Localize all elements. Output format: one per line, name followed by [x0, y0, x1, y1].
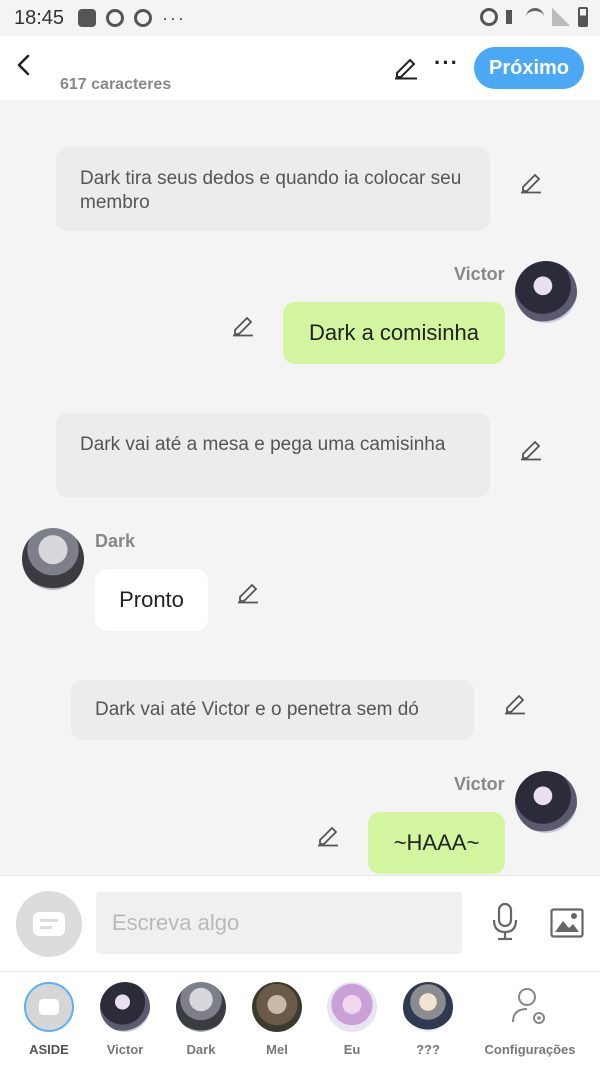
tab-label: Victor — [106, 1042, 144, 1057]
speaker-name: Dark — [95, 531, 136, 551]
speaker-name: Victor — [454, 774, 505, 794]
avatar — [100, 982, 150, 1032]
avatar-victor[interactable] — [515, 771, 577, 833]
status-bar: 18:45 ··· — [0, 0, 600, 36]
image-button[interactable] — [550, 908, 584, 938]
pencil-icon — [395, 58, 417, 80]
message-box-icon — [33, 912, 65, 936]
pencil-icon — [521, 173, 541, 194]
aside-avatar — [24, 982, 74, 1032]
narration-mode-button[interactable] — [16, 891, 82, 957]
battery-icon — [578, 7, 588, 27]
user-settings-icon — [505, 982, 555, 1032]
message-bubble[interactable]: Dark a comisinha — [283, 302, 505, 364]
pencil-icon — [505, 694, 525, 715]
narration-bubble[interactable]: Dark tira seus dedos e quando ia colocar… — [56, 147, 490, 231]
tab-aside[interactable]: ASIDE — [11, 982, 87, 1057]
back-button[interactable] — [10, 50, 38, 80]
message-bubble[interactable]: Pronto — [95, 569, 208, 631]
microphone-icon — [492, 902, 518, 941]
chevron-left-icon — [17, 54, 30, 76]
alarm-icon — [480, 8, 498, 26]
tab-label: ??? — [416, 1042, 440, 1057]
message-bubble[interactable]: ~HAAA~ — [368, 812, 505, 874]
status-time: 18:45 — [14, 6, 65, 29]
pencil-icon — [233, 316, 253, 337]
character-bar: ASIDE Victor Dark Mel Eu ??? Configuraçõ… — [0, 971, 600, 1067]
pencil-icon — [521, 440, 541, 461]
tab-settings[interactable]: Configurações — [480, 982, 580, 1057]
edit-message-button[interactable] — [315, 821, 341, 847]
pencil-icon — [318, 826, 338, 847]
avatar — [252, 982, 302, 1032]
avatar-victor[interactable] — [515, 261, 577, 323]
tab-mel[interactable]: Mel — [239, 982, 315, 1057]
tab-label: Mel — [266, 1042, 288, 1057]
narration-bubble[interactable]: Dark vai até Victor e o penetra sem dó — [71, 680, 474, 740]
top-bar: 617 caracteres ··· Próximo — [0, 36, 600, 100]
wifi-icon — [526, 8, 544, 26]
composer-bar — [0, 875, 600, 971]
avatar — [176, 982, 226, 1032]
chat-area[interactable]: Dark tira seus dedos e quando ia colocar… — [0, 100, 600, 875]
speaker-name: Victor — [454, 264, 505, 284]
narration-bubble[interactable]: Dark vai até a mesa e pega uma camisinha — [56, 413, 490, 497]
signal-icon — [552, 8, 570, 26]
chrome-notification-icon — [106, 9, 125, 27]
more-notifications-icon: ··· — [162, 7, 187, 28]
avatar-dark[interactable] — [22, 528, 84, 590]
more-options-button[interactable]: ··· — [434, 50, 459, 76]
avatar — [403, 982, 453, 1032]
mute-icon — [506, 10, 518, 24]
tab-label: ASIDE — [29, 1042, 69, 1057]
voice-button[interactable] — [490, 902, 520, 942]
status-icons — [480, 7, 588, 27]
tab-victor[interactable]: Victor — [87, 982, 163, 1057]
avatar — [327, 982, 377, 1032]
message-box-icon — [39, 999, 59, 1015]
edit-message-button[interactable] — [518, 168, 544, 194]
message-input[interactable] — [96, 892, 462, 954]
tab-label: Eu — [343, 1042, 361, 1057]
pencil-icon — [238, 583, 258, 604]
edit-button[interactable] — [392, 52, 420, 80]
edit-message-button[interactable] — [235, 578, 261, 604]
chrome-notification-icon-2 — [134, 9, 153, 27]
tab-eu[interactable]: Eu — [314, 982, 390, 1057]
edit-message-button[interactable] — [502, 689, 528, 715]
tab-dark[interactable]: Dark — [163, 982, 239, 1057]
gallery-notification-icon — [78, 9, 97, 27]
edit-message-button[interactable] — [518, 435, 544, 461]
next-button[interactable]: Próximo — [474, 47, 584, 89]
tab-unknown[interactable]: ??? — [390, 982, 466, 1057]
tab-label: Dark — [186, 1042, 216, 1057]
tab-label: Configurações — [484, 1042, 576, 1057]
character-count: 617 caracteres — [60, 76, 172, 93]
edit-message-button[interactable] — [230, 311, 256, 337]
image-icon — [550, 908, 584, 938]
